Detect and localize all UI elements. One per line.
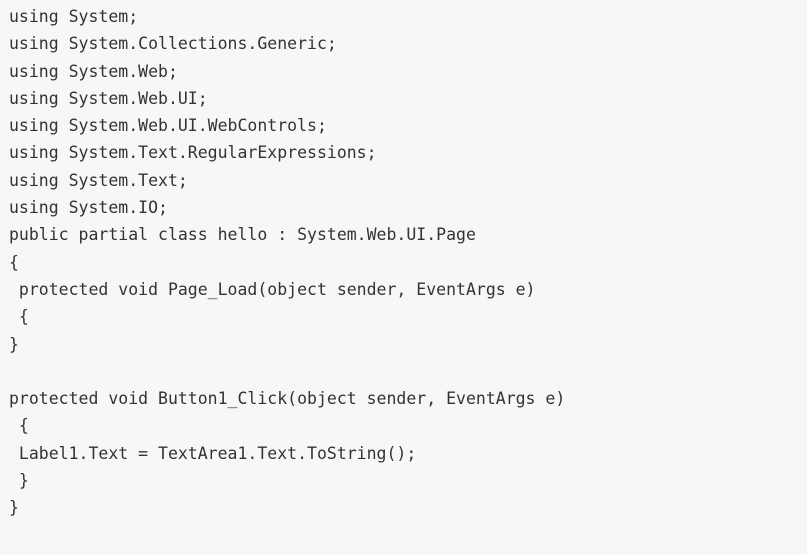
code-line-8: using System.IO; xyxy=(9,198,168,218)
code-line-5: using System.Web.UI.WebControls; xyxy=(9,116,327,136)
code-line-9: public partial class hello : System.Web.… xyxy=(9,225,476,245)
code-block: using System; using System.Collections.G… xyxy=(0,0,807,555)
code-line-18: } xyxy=(9,471,29,491)
code-line-13: } xyxy=(9,334,19,354)
code-line-10: { xyxy=(9,252,19,272)
code-line-17: Label1.Text = TextArea1.Text.ToString(); xyxy=(9,443,417,463)
code-line-1: using System; xyxy=(9,7,139,26)
code-line-2: using System.Collections.Generic; xyxy=(9,34,337,54)
code-line-15: protected void Button1_Click(object send… xyxy=(9,389,566,409)
code-line-19: } xyxy=(9,498,19,518)
code-line-3: using System.Web; xyxy=(9,61,178,81)
code-line-6: using System.Text.RegularExpressions; xyxy=(9,143,377,163)
code-line-4: using System.Web.UI; xyxy=(9,88,208,108)
code-line-16: { xyxy=(9,416,29,436)
code-line-11: protected void Page_Load(object sender, … xyxy=(9,279,536,299)
code-line-7: using System.Text; xyxy=(9,170,188,190)
code-line-12: { xyxy=(9,307,29,327)
